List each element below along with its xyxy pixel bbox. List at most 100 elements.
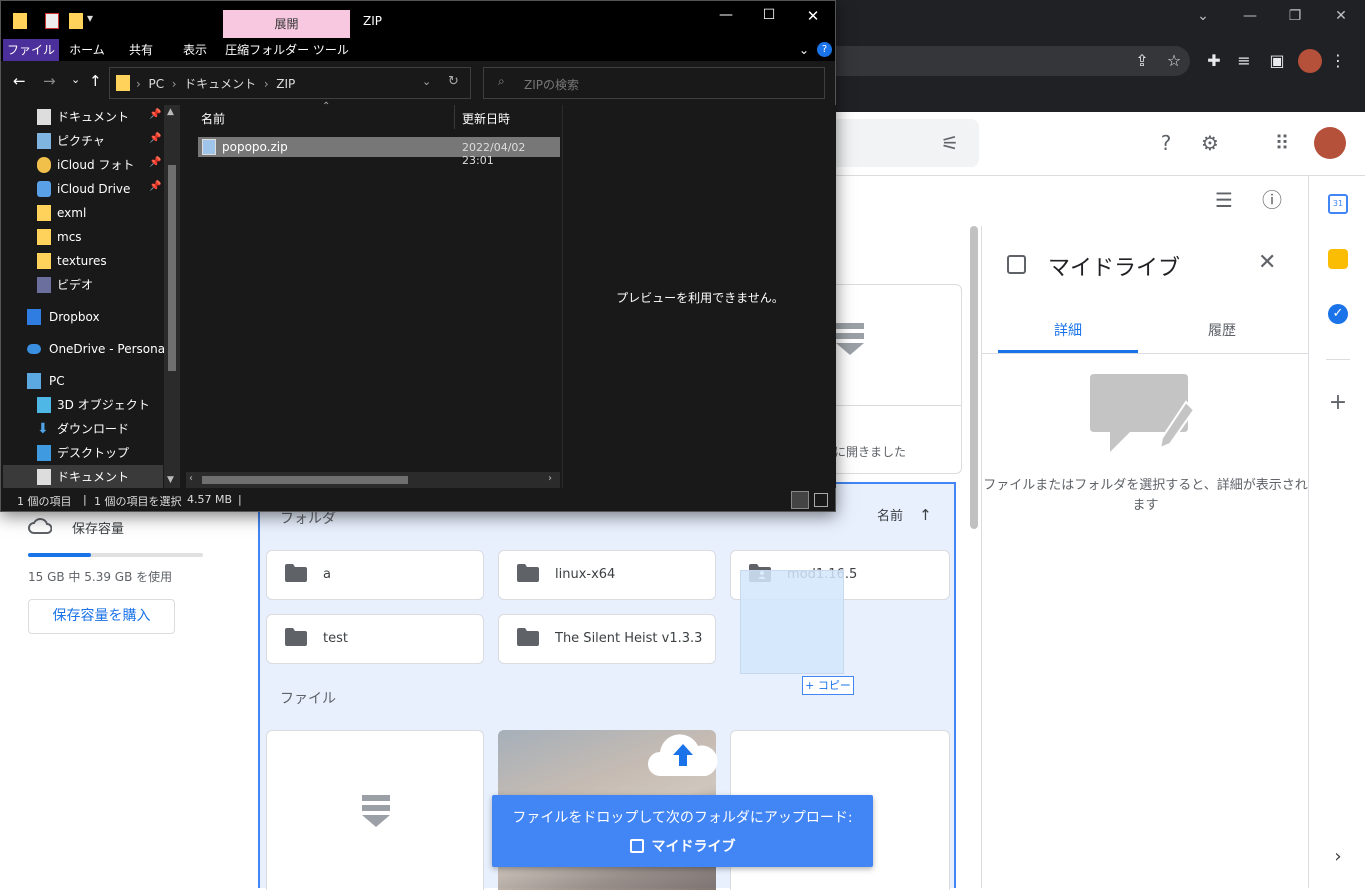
explorer-close-button[interactable]: ✕ [793, 7, 833, 25]
info-icon[interactable]: ⓘ [1256, 184, 1288, 216]
recent-file-card[interactable]: に開きました [834, 284, 962, 474]
nav-item-documents[interactable]: ドキュメント [35, 105, 129, 129]
icloud-photos-icon [37, 157, 51, 173]
nav-item-documents-selected[interactable]: ドキュメント [3, 465, 163, 488]
pin-icon[interactable]: 📌 [149, 109, 161, 120]
scroll-left-icon[interactable]: ‹ [189, 473, 193, 484]
nav-item-onedrive[interactable]: OneDrive - Personal [27, 337, 168, 361]
column-header-name[interactable]: 名前 [201, 110, 225, 127]
nav-item-label: PC [49, 374, 65, 388]
chrome-menu-icon[interactable]: ⋮ [1324, 47, 1352, 75]
pin-icon[interactable]: 📌 [149, 181, 161, 192]
apps-grid-icon[interactable]: ⠿ [1266, 127, 1298, 159]
nav-item-textures[interactable]: textures [35, 249, 107, 273]
nav-scrollbar-thumb[interactable] [168, 165, 176, 371]
buy-storage-button[interactable]: 保存容量を購入 [28, 599, 175, 634]
sort-by-name-button[interactable]: 名前 ↑ [877, 505, 932, 524]
keep-icon[interactable] [1328, 249, 1348, 269]
scroll-up-icon[interactable]: ▲ [167, 107, 174, 117]
new-folder-icon[interactable] [69, 13, 83, 29]
explorer-maximize-button[interactable]: ☐ [749, 7, 789, 23]
extensions-icon[interactable]: ✚ [1200, 47, 1228, 75]
pin-icon[interactable]: 📌 [149, 157, 161, 168]
search-options-icon[interactable]: ⚟ [934, 127, 966, 159]
column-divider[interactable] [454, 105, 455, 129]
folder-card[interactable]: a [266, 550, 484, 600]
breadcrumb-pc[interactable]: PC [148, 77, 164, 91]
ribbon-expand-icon[interactable]: ⌄ [795, 39, 813, 61]
scroll-right-icon[interactable]: › [548, 473, 552, 484]
settings-gear-icon[interactable]: ⚙ [1194, 127, 1226, 159]
nav-item-dropbox[interactable]: Dropbox [27, 305, 100, 329]
quick-access-dropdown-icon[interactable]: ▾ [87, 11, 93, 25]
ribbon-tab-home[interactable]: ホーム [63, 39, 111, 61]
file-row-selected[interactable]: popopo.zip 2022/04/02 23:01 [198, 137, 560, 167]
help-icon[interactable]: ? [1150, 127, 1182, 159]
nav-item-3d-objects[interactable]: 3D オブジェクト [35, 393, 150, 417]
files-horizontal-scrollbar[interactable]: ‹ › [186, 472, 560, 488]
main-scrollbar[interactable] [970, 226, 978, 529]
properties-icon[interactable] [45, 13, 59, 29]
close-details-icon[interactable]: ✕ [1258, 250, 1276, 275]
horizontal-scrollbar-thumb[interactable] [202, 476, 408, 484]
ribbon-tab-compressed-tools[interactable]: 圧縮フォルダー ツール [225, 39, 349, 61]
nav-item-downloads[interactable]: ⬇ ダウンロード [35, 417, 129, 441]
tab-details[interactable]: 詳細 [998, 320, 1138, 340]
explorer-minimize-button[interactable]: — [706, 7, 746, 23]
folder-card[interactable]: linux-x64 [498, 550, 716, 600]
media-control-icon[interactable]: ≡ [1230, 47, 1258, 75]
nav-scrollbar[interactable]: ▲ ▼ [164, 105, 180, 488]
add-addon-icon[interactable]: + [1326, 390, 1350, 415]
details-view-icon[interactable] [791, 491, 809, 509]
profile-avatar[interactable] [1298, 49, 1322, 73]
tab-history[interactable]: 履歴 [1152, 320, 1292, 340]
breadcrumb-zip[interactable]: ZIP [276, 77, 295, 91]
account-avatar[interactable] [1314, 127, 1346, 159]
forward-arrow-icon[interactable]: → [43, 72, 56, 90]
pin-icon[interactable]: 📌 [149, 133, 161, 144]
folder-card[interactable]: test [266, 614, 484, 664]
address-breadcrumb[interactable]: › PC › ドキュメント › ZIP ⌄ ↻ [109, 67, 471, 99]
tasks-icon[interactable]: ✓ [1328, 304, 1348, 324]
folder-icon [285, 564, 307, 582]
nav-item-icloud-drive[interactable]: iCloud Drive [35, 177, 130, 201]
minimize-button[interactable]: — [1227, 0, 1273, 32]
nav-item-videos[interactable]: ビデオ [35, 273, 93, 297]
help-icon[interactable]: ? [817, 42, 832, 57]
refresh-icon[interactable]: ↻ [448, 74, 459, 89]
ribbon-tab-share[interactable]: 共有 [117, 39, 165, 61]
large-icons-view-icon[interactable] [814, 493, 828, 507]
nav-item-desktop[interactable]: デスクトップ [35, 441, 129, 465]
nav-item-exml[interactable]: exml [35, 201, 86, 225]
back-arrow-icon[interactable]: ← [13, 72, 26, 90]
folder-card[interactable]: The Silent Heist v1.3.3 [498, 614, 716, 664]
tab-search-button[interactable]: ⌄ [1180, 0, 1226, 32]
explorer-search-box[interactable]: ⌕ ZIPの検索 [483, 67, 825, 99]
bookmark-star-icon[interactable]: ☆ [1160, 47, 1188, 75]
recent-locations-icon[interactable]: ⌄ [71, 73, 80, 86]
cloud-icon [28, 518, 52, 534]
preview-unavailable-message: プレビューを利用できません。 [616, 291, 784, 305]
search-box[interactable]: ⚟ [834, 119, 979, 167]
nav-item-pictures[interactable]: ピクチャ [35, 129, 105, 153]
nav-item-mcs[interactable]: mcs [35, 225, 82, 249]
up-arrow-icon[interactable]: ↑ [89, 72, 102, 90]
ribbon-tab-view[interactable]: 表示 [171, 39, 219, 61]
share-icon[interactable]: ⇪ [1128, 47, 1156, 75]
folder-name: a [323, 567, 331, 582]
maximize-button[interactable]: ❐ [1272, 0, 1318, 32]
scroll-down-icon[interactable]: ▼ [167, 475, 174, 485]
breadcrumb-documents[interactable]: ドキュメント [184, 77, 256, 91]
column-header-modified[interactable]: 更新日時 [462, 110, 510, 127]
list-view-icon[interactable]: ☰ [1208, 184, 1240, 216]
tab-extract[interactable]: 展開 [223, 10, 350, 38]
side-panel-icon[interactable]: ▣ [1263, 47, 1291, 75]
ribbon-tab-file[interactable]: ファイル [3, 39, 59, 61]
address-dropdown-icon[interactable]: ⌄ [422, 75, 431, 88]
nav-item-pc[interactable]: PC [27, 369, 65, 393]
file-card[interactable] [266, 730, 484, 890]
close-button[interactable]: ✕ [1318, 0, 1364, 32]
expand-panel-icon[interactable]: › [1326, 846, 1350, 867]
nav-item-icloud-photos[interactable]: iCloud フォト [35, 153, 134, 177]
calendar-icon[interactable]: 31 [1328, 194, 1348, 214]
